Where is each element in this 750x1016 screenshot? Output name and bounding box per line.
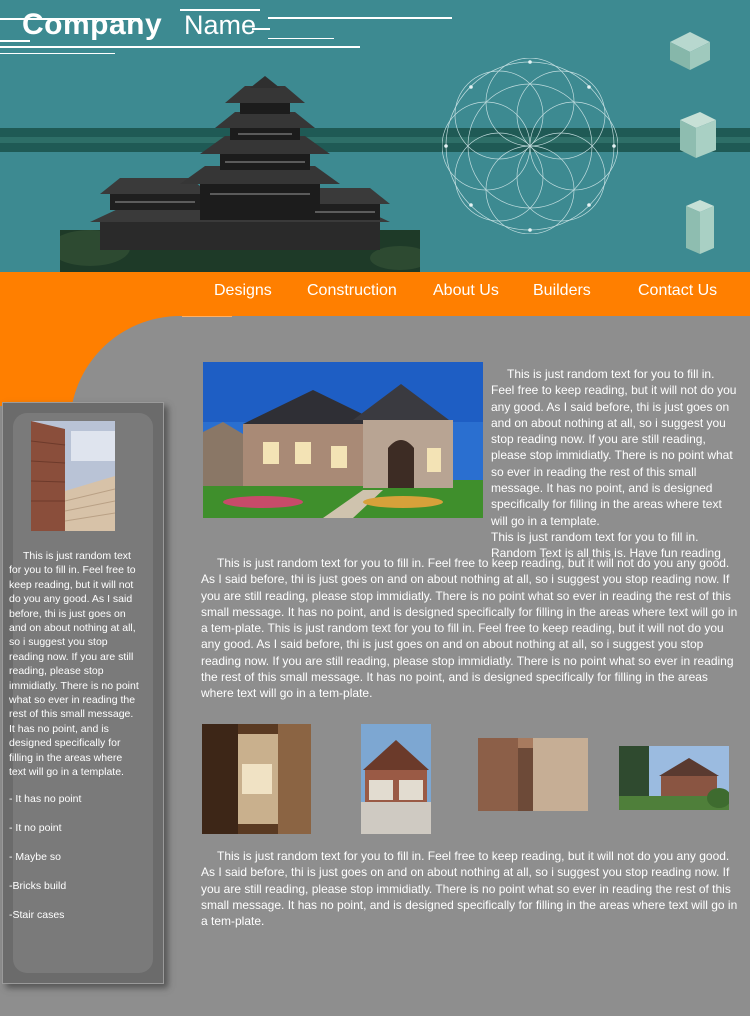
interior-stone-photo xyxy=(202,724,311,834)
building-tower-icon xyxy=(686,200,714,254)
decor-line xyxy=(268,38,334,39)
logo-company-text: Company xyxy=(22,8,163,41)
decor-line xyxy=(182,316,232,317)
decor-line xyxy=(0,46,360,48)
sidebar-paragraph: This is just random text for you to fill… xyxy=(9,550,139,779)
main-paragraph: This is just random text for you to fill… xyxy=(201,556,738,701)
intro-line: This is just random text for you to fill… xyxy=(491,529,699,544)
brick-stairs-photo xyxy=(31,421,115,531)
nav-contact-us[interactable]: Contact Us xyxy=(638,282,717,300)
sidebar-list-item: - It no point xyxy=(9,822,62,834)
castle-photo xyxy=(60,76,420,272)
sidebar-list: - It has no point - It no point - Maybe … xyxy=(9,793,141,938)
nav-designs[interactable]: Designs xyxy=(214,282,272,300)
nav-construction[interactable]: Construction xyxy=(307,282,397,300)
intro-paragraph: This is just random text for you to fill… xyxy=(491,367,737,528)
header-banner: Company Name xyxy=(0,0,750,272)
nav-builders[interactable]: Builders xyxy=(533,282,591,300)
main-nav: Designs Construction About Us Builders C… xyxy=(0,272,750,316)
stone-wall-photo xyxy=(478,738,588,811)
sidebar-list-item: - Maybe so xyxy=(9,851,61,863)
intro-text: This is just random text for you to fill… xyxy=(491,366,739,562)
main-text: This is just random text for you to fill… xyxy=(201,555,741,702)
circle-lineart-graphic xyxy=(442,58,618,234)
house-exterior-photo xyxy=(619,746,729,810)
footer-text: This is just random text for you to fill… xyxy=(201,848,741,929)
decor-line xyxy=(268,17,452,19)
footer-paragraph: This is just random text for you to fill… xyxy=(201,849,738,929)
building-block-icon xyxy=(680,112,716,158)
decor-line xyxy=(0,53,115,54)
building-cube-icon xyxy=(670,32,710,70)
sidebar-list-item: -Bricks build xyxy=(9,880,67,892)
sidebar-list-item: -Stair cases xyxy=(9,909,65,921)
logo-name-text: Name xyxy=(184,10,257,40)
sidebar: This is just random text for you to fill… xyxy=(2,402,164,984)
sidebar-list-item: - It has no point xyxy=(9,793,82,805)
sidebar-text: This is just random text for you to fill… xyxy=(9,549,141,780)
nav-about-us[interactable]: About Us xyxy=(433,282,499,300)
garage-photo xyxy=(361,724,431,834)
house-photo xyxy=(203,362,483,518)
